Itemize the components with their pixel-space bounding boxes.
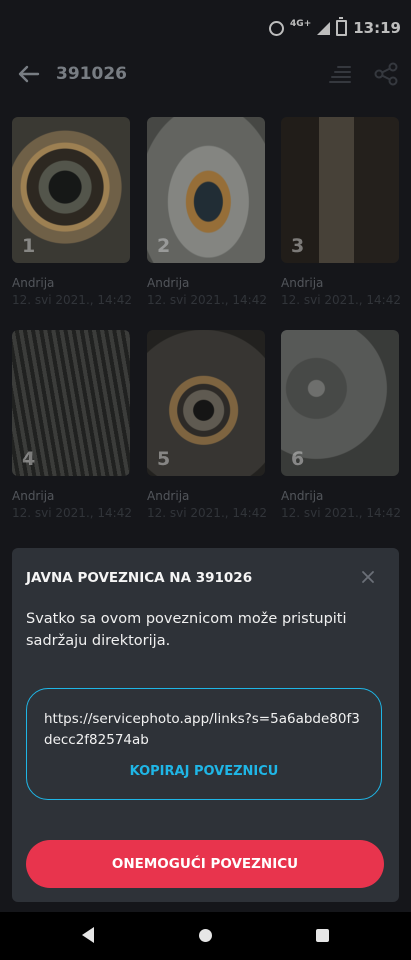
photo-date: 12. svi 2021., 14:42 [281, 506, 401, 520]
back-arrow-icon [18, 65, 40, 83]
photo-thumbnail: 1 [12, 117, 130, 263]
photo-tile[interactable]: 6 Andrija 12. svi 2021., 14:42 [281, 330, 401, 520]
close-icon [362, 571, 374, 583]
photo-author: Andrija [281, 489, 324, 503]
nav-back-icon [82, 927, 94, 943]
photo-thumbnail: 2 [147, 117, 265, 263]
sort-button[interactable] [328, 64, 352, 86]
status-bar: 4G+ 13:19 [0, 0, 411, 56]
photo-number: 1 [22, 235, 36, 257]
public-link-sheet: JAVNA POVEZNICA NA 391026 Svatko sa ovom… [12, 548, 399, 902]
photo-thumbnail: 3 [281, 117, 399, 263]
sheet-title: JAVNA POVEZNICA NA 391026 [26, 570, 253, 586]
photo-tile[interactable]: 3 Andrija 12. svi 2021., 14:42 [281, 117, 401, 307]
photo-date: 12. svi 2021., 14:42 [147, 293, 267, 307]
copy-link-button[interactable]: KOPIRAJ POVEZNICU [44, 764, 364, 779]
photo-thumbnail: 5 [147, 330, 265, 476]
alarm-icon [269, 20, 285, 36]
photo-number: 4 [22, 448, 36, 470]
app-screen: 4G+ 13:19 391026 1 Andrija 12. svi 2021.… [0, 0, 411, 960]
sort-icon [329, 66, 351, 83]
battery-icon [336, 17, 348, 36]
network-type: 4G+ [290, 19, 312, 29]
photo-tile[interactable]: 4 Andrija 12. svi 2021., 14:42 [12, 330, 132, 520]
photo-date: 12. svi 2021., 14:42 [12, 506, 132, 520]
photo-thumbnail: 6 [281, 330, 399, 476]
photo-date: 12. svi 2021., 14:42 [12, 293, 132, 307]
link-url[interactable]: https://servicephoto.app/links?s=5a6abde… [44, 709, 364, 751]
photo-author: Andrija [281, 276, 324, 290]
photo-tile[interactable]: 5 Andrija 12. svi 2021., 14:42 [147, 330, 267, 520]
photo-date: 12. svi 2021., 14:42 [147, 506, 267, 520]
photo-number: 5 [157, 448, 171, 470]
photo-tile[interactable]: 2 Andrija 12. svi 2021., 14:42 [147, 117, 267, 307]
photo-author: Andrija [12, 489, 55, 503]
nav-recents-icon[interactable] [316, 929, 329, 942]
disable-link-button[interactable]: ONEMOGUĆI POVEZNICU [26, 840, 384, 888]
photo-number: 6 [291, 448, 305, 470]
photo-date: 12. svi 2021., 14:42 [281, 293, 401, 307]
link-box: https://servicephoto.app/links?s=5a6abde… [26, 688, 382, 800]
back-button[interactable] [16, 60, 40, 88]
folder-title: 391026 [56, 64, 127, 84]
system-nav-bar [0, 912, 411, 960]
nav-home-icon[interactable] [199, 929, 212, 942]
photo-author: Andrija [147, 489, 190, 503]
photo-author: Andrija [12, 276, 55, 290]
photo-thumbnail: 4 [12, 330, 130, 476]
app-bar: 391026 [0, 56, 411, 92]
close-button[interactable] [359, 568, 377, 586]
clock: 13:19 [353, 19, 401, 37]
nav-back-button[interactable] [80, 926, 96, 944]
photo-number: 3 [291, 235, 305, 257]
sheet-message: Svatko sa ovom poveznicom može pristupit… [26, 611, 347, 649]
share-button[interactable] [373, 62, 399, 86]
photo-tile[interactable]: 1 Andrija 12. svi 2021., 14:42 [12, 117, 132, 307]
photo-author: Andrija [147, 276, 190, 290]
signal-icon [317, 21, 331, 35]
photo-number: 2 [157, 235, 171, 257]
share-icon [374, 62, 398, 86]
